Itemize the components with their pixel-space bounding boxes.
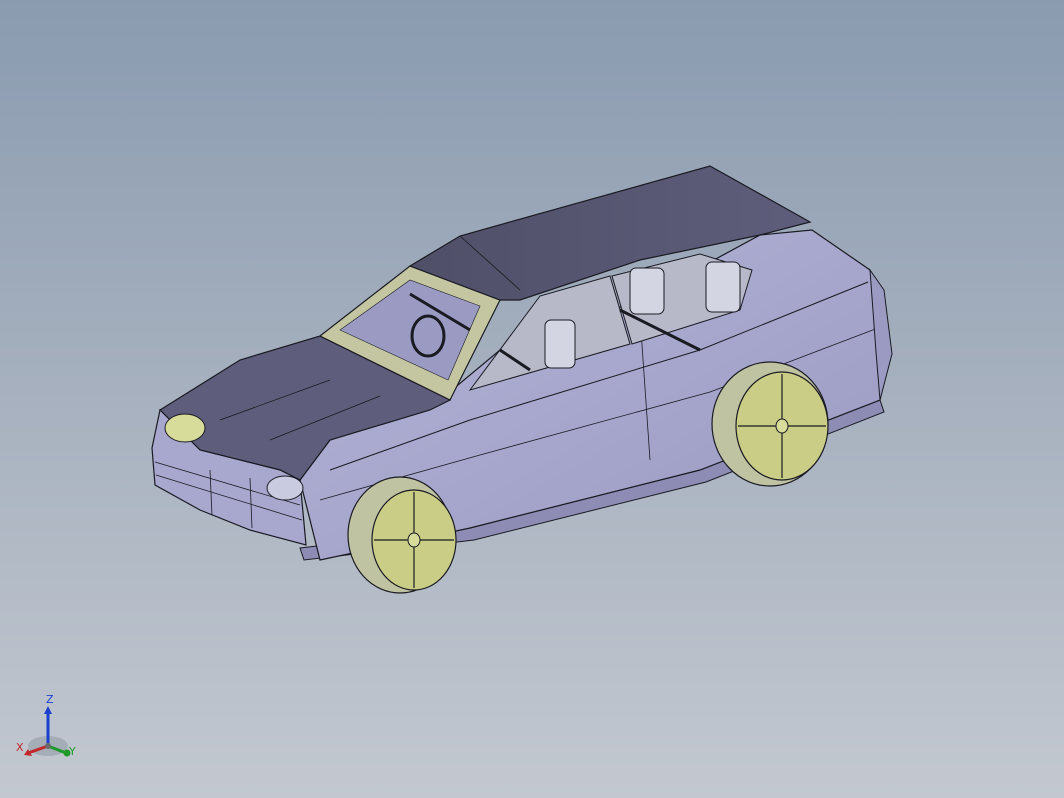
- x-axis-label: X: [16, 741, 24, 754]
- front-seat: [544, 319, 576, 369]
- left-headlight: [164, 413, 206, 443]
- rear-wheel: [711, 361, 829, 487]
- triad-graphic: [24, 706, 71, 757]
- right-headlight: [266, 475, 304, 501]
- view-orientation-triad[interactable]: Z X Y: [14, 694, 84, 770]
- y-axis-label: Y: [69, 745, 76, 758]
- 3d-viewport[interactable]: Z X Y: [0, 0, 1064, 798]
- rear-seat-right: [705, 261, 741, 313]
- car-model[interactable]: [0, 0, 1064, 798]
- z-axis-label: Z: [46, 693, 54, 706]
- rear-seat-left: [629, 267, 665, 315]
